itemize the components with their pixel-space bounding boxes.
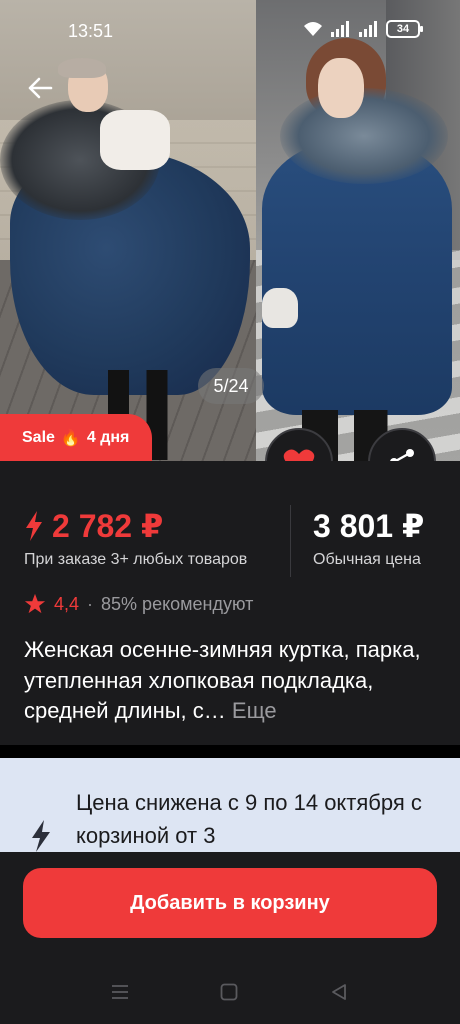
signal-icon-2 [359,21,377,37]
rating-separator: · [87,593,94,614]
promo-banner[interactable]: Цена снижена с 9 по 14 октября с корзино… [0,758,460,852]
signal-icon [331,21,349,37]
regular-price-note: Обычная цена [313,551,421,568]
status-bar: 13:51 34 [0,0,460,62]
section-divider [0,745,460,758]
home-icon[interactable] [219,982,239,1002]
regular-price: 3 801 ₽ [313,508,425,544]
product-title[interactable]: Женская осенне-зимняя куртка, парка, уте… [24,635,424,727]
back-arrow-icon [28,77,53,99]
sale-badge: Sale 🔥 4 дня [0,414,152,462]
fire-icon: 🔥 [60,430,81,447]
menu-icon[interactable] [110,982,130,1002]
more-link[interactable]: Еще [232,698,277,723]
bolt-icon [26,511,42,541]
image-counter: 5/24 [198,368,264,404]
sale-price-note: При заказе 3+ любых товаров [24,551,248,568]
sale-price-row: 2 782 ₽ [24,507,163,545]
product-info: 2 782 ₽ При заказе 3+ любых товаров 3 80… [0,461,460,751]
rating-value: 4,4 [54,593,80,614]
product-title-text: Женская осенне-зимняя куртка, парка, уте… [24,637,421,723]
promo-text: Цена снижена с 9 по 14 октября с корзино… [76,790,422,848]
back-button[interactable] [22,70,58,106]
sale-price: 2 782 ₽ [24,507,163,545]
bolt-icon [32,820,50,852]
system-nav-bar [0,972,460,1012]
recommend-percent: 85% рекомендуют [101,593,254,614]
sale-price-value: 2 782 ₽ [52,508,164,544]
status-icons: 34 [302,20,423,38]
back-triangle-icon[interactable] [329,982,349,1002]
sale-label: Sale [22,429,55,446]
battery-icon: 34 [386,20,423,38]
add-to-cart-button[interactable]: Добавить в корзину [23,868,437,938]
rating-row[interactable]: 4,4 · 85% рекомендуют [24,593,253,615]
sale-days: 4 дня [86,429,130,446]
wifi-icon [304,22,322,36]
status-time: 13:51 [68,21,114,41]
bottom-bar: Добавить в корзину [0,852,460,1024]
price-divider [290,505,291,577]
star-icon [24,593,46,614]
